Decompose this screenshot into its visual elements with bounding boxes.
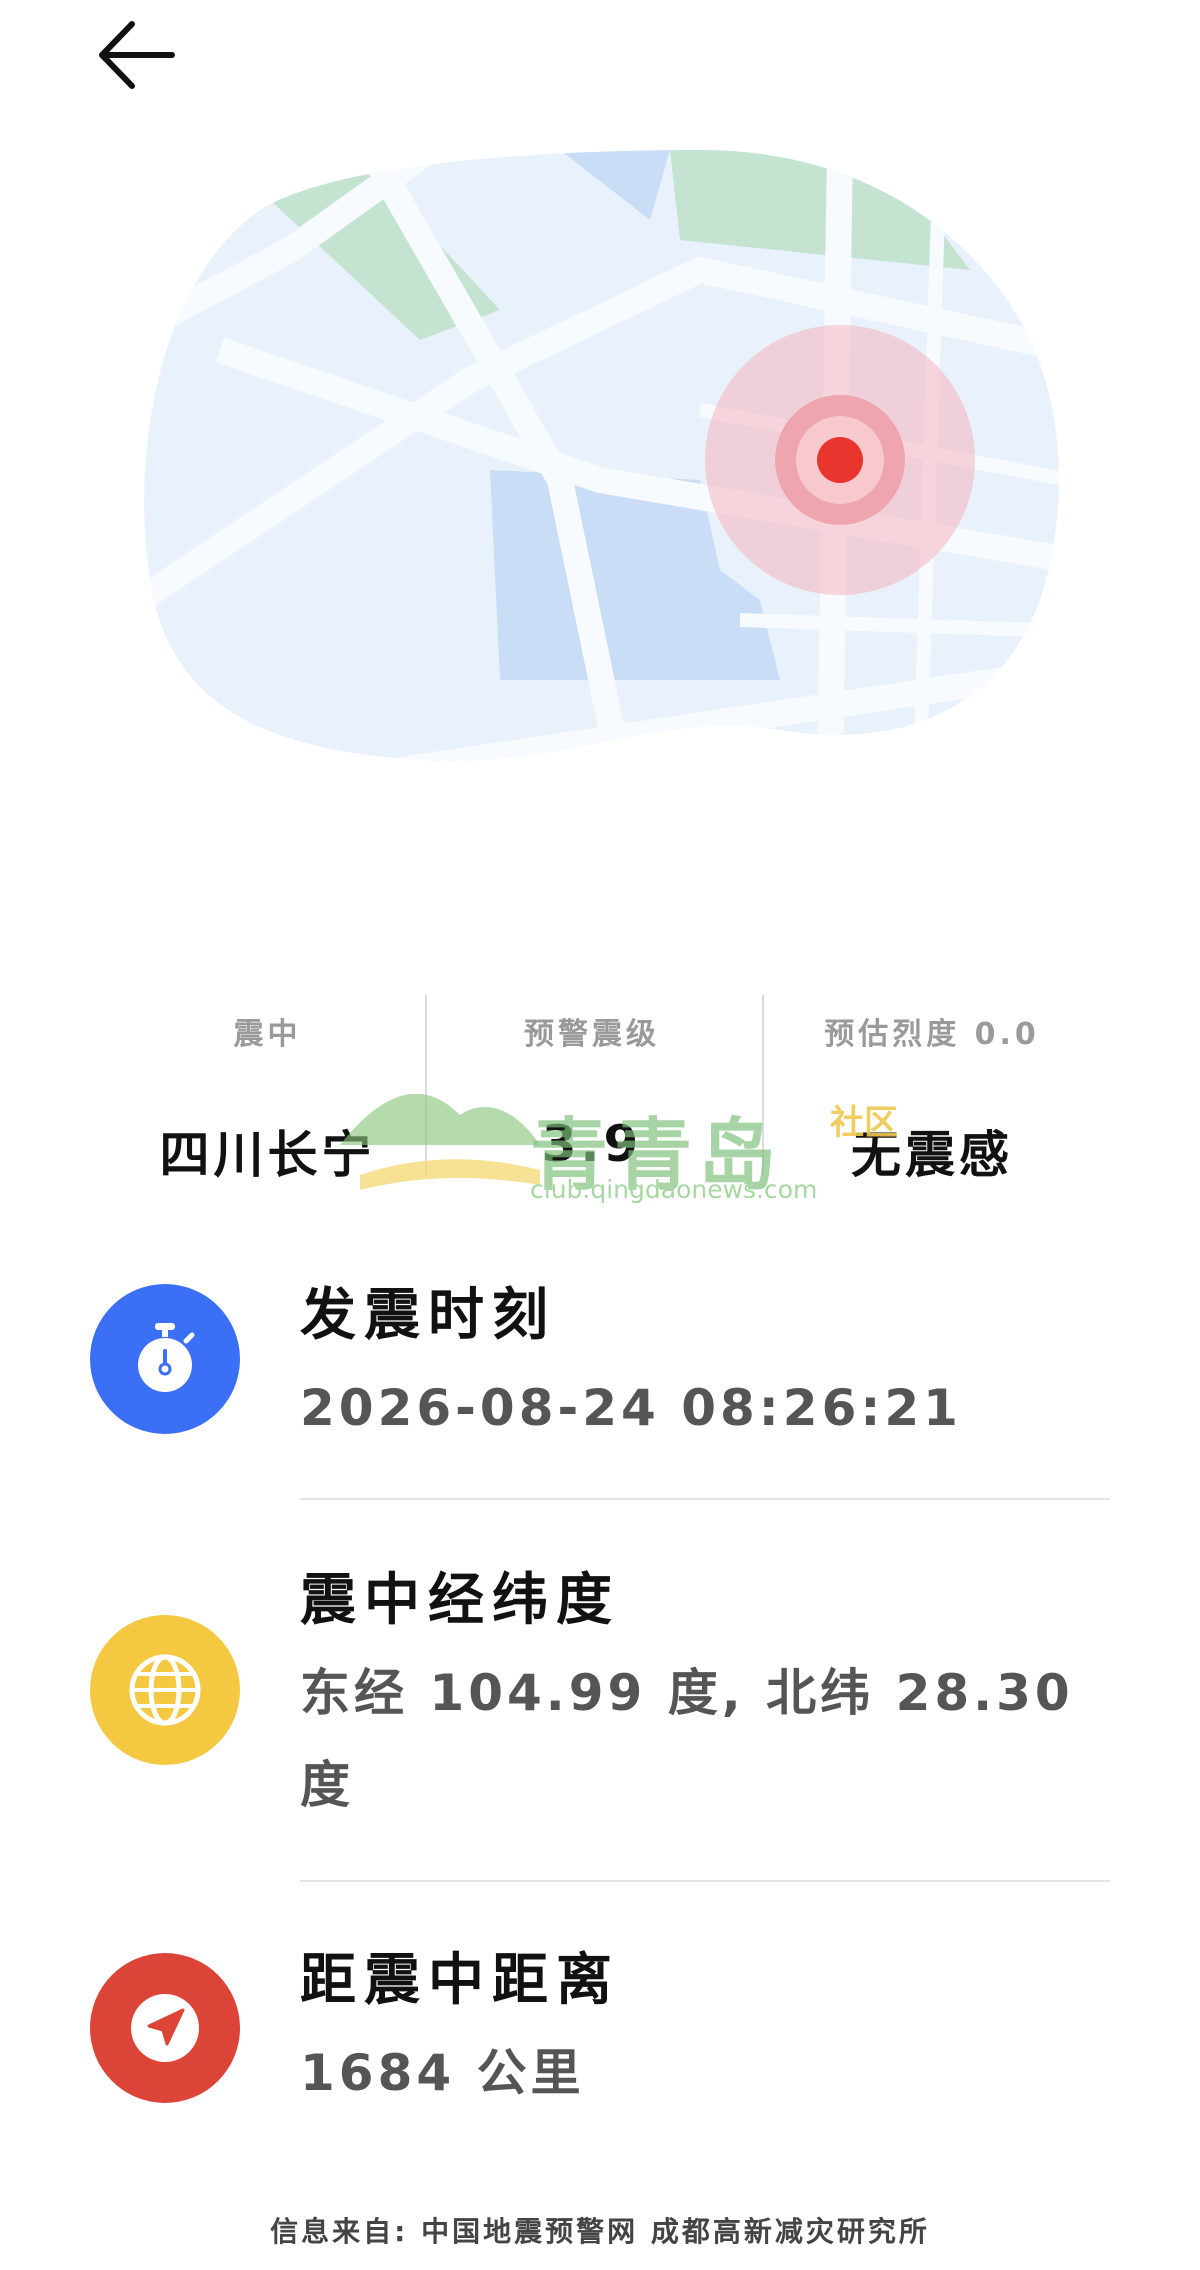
globe-icon <box>129 1654 201 1726</box>
info-value: 1684 公里 <box>300 2044 585 2102</box>
stat-value: 无震感 <box>851 1126 1013 1184</box>
divider <box>300 1498 1110 1500</box>
divider <box>300 1880 1110 1882</box>
epicenter-dot <box>817 437 863 483</box>
arrow-left-icon <box>99 21 175 89</box>
info-value: 2026-08-24 08:26:21 <box>300 1379 962 1437</box>
info-title: 发震时刻 <box>300 1283 556 1348</box>
distance-icon-badge <box>90 1953 240 2103</box>
epicenter-map <box>144 150 1060 762</box>
stat-magnitude: 预警震级 3.9 <box>427 995 757 1185</box>
time-icon-badge <box>90 1284 240 1434</box>
stat-value: 四川长宁 <box>159 1126 376 1184</box>
back-button[interactable] <box>92 10 182 100</box>
source-footer: 信息来自: 中国地震预警网 成都高新减灾研究所 <box>270 2215 930 2248</box>
coords-icon-badge <box>90 1615 240 1765</box>
stopwatch-icon <box>138 1323 195 1392</box>
stat-label: 预警震级 <box>524 1017 660 1052</box>
info-title: 距震中距离 <box>300 1948 620 2013</box>
navigation-arrow-icon <box>131 1994 199 2062</box>
stat-label: 预估烈度 0.0 <box>824 1017 1040 1052</box>
info-value: 东经 104.99 度, 北纬 28.30 度 <box>300 1664 1074 1814</box>
stat-label: 震中 <box>233 1017 302 1052</box>
stat-epicenter: 震中 四川长宁 <box>110 995 425 1185</box>
stat-value: 3.9 <box>541 1115 643 1173</box>
quake-stats: 震中 四川长宁 预警震级 3.9 预估烈度 0.0 无震感 <box>110 995 1100 1185</box>
stat-intensity: 预估烈度 0.0 无震感 <box>764 995 1100 1185</box>
info-title: 震中经纬度 <box>300 1568 620 1633</box>
